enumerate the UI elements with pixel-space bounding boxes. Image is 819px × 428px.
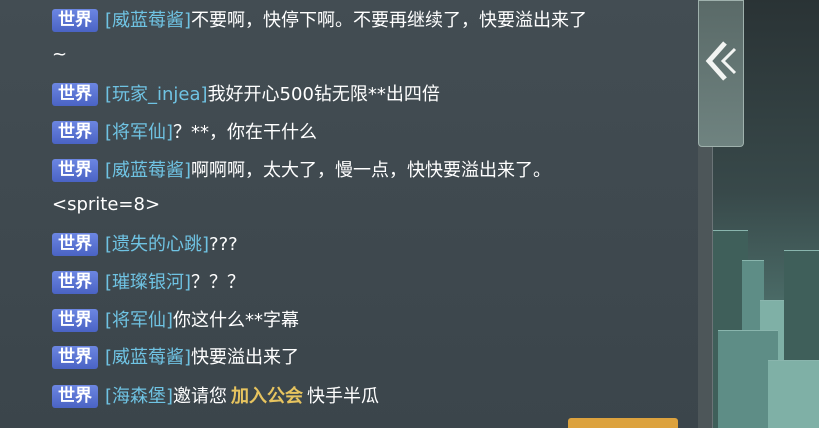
channel-badge: 世界: [52, 346, 98, 369]
chat-message: 世界 [威蓝莓酱]啊啊啊，太大了，慢一点，快快要溢出来了。<sprite=8>: [52, 154, 592, 222]
join-guild-link[interactable]: 加入公会: [231, 386, 303, 407]
chat-message: 世界 [将军仙]？**，你在干什么: [52, 116, 592, 150]
sender-name[interactable]: [遗失的心跳]: [105, 234, 209, 255]
channel-badge: 世界: [52, 271, 98, 294]
chat-message: 世界 [遗失的心跳]???: [52, 228, 592, 262]
message-text: ???: [209, 234, 238, 255]
message-text-suffix: 快手半瓜: [307, 386, 380, 407]
sender-name[interactable]: [威蓝莓酱]: [105, 160, 191, 181]
channel-badge: 世界: [52, 233, 98, 256]
sender-name[interactable]: [威蓝莓酱]: [105, 10, 191, 31]
message-text: 我好开心500钻无限**出四倍: [207, 84, 440, 105]
message-text: 你这什么**字幕: [173, 310, 300, 331]
chat-message: 世界 [威蓝莓酱]快要溢出来了: [52, 341, 592, 375]
chat-message: 世界 [玩家_injea]我好开心500钻无限**出四倍: [52, 78, 592, 112]
channel-badge: 世界: [52, 9, 98, 32]
channel-badge: 世界: [52, 385, 98, 408]
channel-badge: 世界: [52, 309, 98, 332]
sender-name[interactable]: [海森堡]: [105, 386, 173, 407]
city-building: [768, 360, 819, 428]
sender-name[interactable]: [璀璨银河]: [105, 272, 191, 293]
sender-name[interactable]: [将军仙]: [105, 310, 173, 331]
message-text: ？**，你在干什么: [173, 122, 318, 143]
chat-message: 世界 [海森堡]邀请您 加入公会 快手半瓜: [52, 380, 592, 414]
sender-name[interactable]: [玩家_injea]: [105, 84, 208, 105]
chat-message: 世界 [将军仙]你这什么**字幕: [52, 304, 592, 338]
sender-name[interactable]: [威蓝莓酱]: [105, 347, 191, 368]
side-panel: [698, 0, 819, 428]
double-chevron-left-icon: [705, 41, 737, 81]
message-text: ？？？: [191, 272, 246, 293]
message-text: 快要溢出来了: [191, 347, 300, 368]
bottom-action-button[interactable]: [568, 418, 678, 428]
chat-panel: 世界 [威蓝莓酱]不要啊，快停下啊。不要再继续了，快要溢出来了~ 世界 [玩家_in…: [0, 0, 698, 428]
chat-message: 世界 [威蓝莓酱]不要啊，快停下啊。不要再继续了，快要溢出来了~: [52, 4, 592, 72]
chat-message: 世界 [璀璨银河]？？？: [52, 266, 592, 300]
message-text: 邀请您: [173, 386, 228, 407]
channel-badge: 世界: [52, 83, 98, 106]
collapse-tab[interactable]: [698, 0, 744, 147]
channel-badge: 世界: [52, 121, 98, 144]
sender-name[interactable]: [将军仙]: [105, 122, 173, 143]
channel-badge: 世界: [52, 159, 98, 182]
